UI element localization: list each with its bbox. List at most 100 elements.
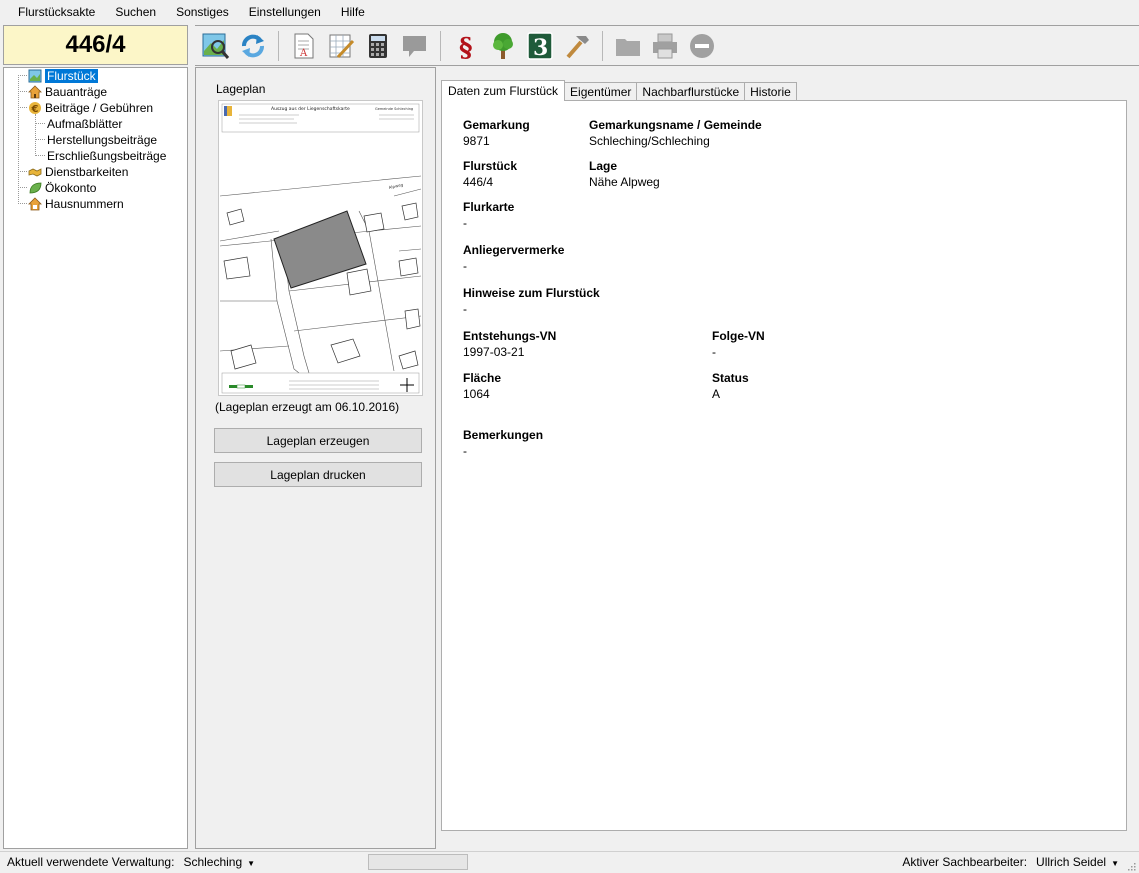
tab-page-daten: Gemarkung 9871 Gemarkungsname / Gemeinde… — [441, 100, 1127, 831]
flaeche-label: Fläche — [463, 371, 502, 385]
tree-connector — [18, 107, 27, 108]
tree-item-label: Beiträge / Gebühren — [45, 101, 154, 115]
tree-connector — [18, 171, 27, 172]
menu-sonstiges[interactable]: Sonstiges — [166, 0, 239, 24]
comment-icon[interactable] — [398, 29, 432, 63]
tree-item-aufmassblaetter[interactable]: Aufmaßblätter — [47, 116, 122, 132]
lageplan-group-label: Lageplan — [216, 82, 266, 96]
tab-bar: Daten zum Flurstück Eigentümer Nachbarfl… — [441, 80, 797, 101]
status-label: Status — [712, 371, 749, 385]
tab-nachbarflurstuecke[interactable]: Nachbarflurstücke — [636, 82, 746, 101]
folge-vn-label: Folge-VN — [712, 329, 765, 343]
gemarkungsname-label: Gemarkungsname / Gemeinde — [589, 118, 762, 132]
tab-historie[interactable]: Historie — [744, 82, 797, 101]
entstehungs-vn-value: 1997-03-21 — [463, 345, 525, 359]
tree-connector — [35, 155, 45, 156]
verwaltung-dropdown[interactable]: Schleching ▼ — [183, 855, 255, 869]
verwaltung-label: Aktuell verwendete Verwaltung: — [7, 855, 175, 869]
parcel-icon — [27, 68, 43, 84]
calculator-icon[interactable] — [361, 29, 395, 63]
verwaltung-value: Schleching — [183, 855, 243, 869]
verwaltung-status: Aktuell verwendete Verwaltung: Schlechin… — [7, 855, 255, 869]
resize-grip-icon[interactable] — [1126, 861, 1136, 871]
house-icon — [27, 84, 43, 100]
tab-daten-zum-flurstueck[interactable]: Daten zum Flurstück — [441, 80, 566, 101]
leaf-icon — [27, 180, 43, 196]
hammer-icon[interactable] — [560, 29, 594, 63]
tree-connector — [18, 187, 27, 188]
svg-text:A: A — [299, 48, 308, 59]
euro-icon: € — [27, 100, 43, 116]
gemarkung-label: Gemarkung — [463, 118, 530, 132]
tree-connector — [35, 139, 45, 140]
sachbearbeiter-label: Aktiver Sachbearbeiter: — [902, 855, 1028, 869]
number-3-icon[interactable]: 3 — [523, 29, 557, 63]
tree-item-flurstueck[interactable]: Flurstück — [27, 68, 98, 84]
tree-item-bauantraege[interactable]: Bauanträge — [27, 84, 107, 100]
tree-item-dienstbarkeiten[interactable]: Dienstbarkeiten — [27, 164, 128, 180]
map-search-icon[interactable] — [199, 29, 233, 63]
sachbearbeiter-status: Aktiver Sachbearbeiter: Ullrich Seidel ▼ — [902, 855, 1119, 869]
lageplan-erzeugen-button[interactable]: Lageplan erzeugen — [214, 428, 422, 453]
flurkarte-value: - — [463, 216, 467, 230]
menu-suchen[interactable]: Suchen — [105, 0, 166, 24]
printer-icon[interactable] — [648, 29, 682, 63]
map-org: Gemeinde Schleching — [375, 107, 413, 111]
gemarkungsname-value: Schleching/Schleching — [589, 134, 710, 148]
menu-flurstuecksakte[interactable]: Flurstücksakte — [8, 0, 105, 24]
folder-icon[interactable] — [611, 29, 645, 63]
menu-hilfe[interactable]: Hilfe — [331, 0, 375, 24]
status-value: A — [712, 387, 721, 401]
tree-connector — [18, 75, 19, 204]
stop-icon[interactable] — [685, 29, 719, 63]
menu-einstellungen[interactable]: Einstellungen — [239, 0, 331, 24]
tree-item-label: Aufmaßblätter — [47, 117, 123, 131]
tree-connector — [18, 91, 27, 92]
anliegervermerke-label: Anliegervermerke — [463, 243, 565, 257]
tree-item-erschliessungsbeitraege[interactable]: Erschließungsbeiträge — [47, 148, 166, 164]
tab-eigentuemer[interactable]: Eigentümer — [564, 82, 638, 101]
sachbearbeiter-dropdown[interactable]: Ullrich Seidel ▼ — [1036, 855, 1119, 869]
lageplan-drucken-button[interactable]: Lageplan drucken — [214, 462, 422, 487]
tree-item-oekokonto[interactable]: Ökokonto — [27, 180, 96, 196]
bemerkungen-value: - — [463, 444, 467, 458]
tree-item-label: Dienstbarkeiten — [45, 165, 129, 179]
lage-value: Nähe Alpweg — [589, 175, 660, 189]
handshake-icon — [27, 164, 43, 180]
tree-item-label: Ökokonto — [45, 181, 97, 195]
tree-item-label: Flurstück — [45, 69, 98, 83]
edit-sheet-icon[interactable] — [324, 29, 358, 63]
tree-connector — [18, 203, 27, 204]
tree-connector — [35, 114, 36, 156]
tree-item-label: Erschließungsbeiträge — [47, 149, 167, 163]
navigation-tree: Flurstück Bauanträge € Beiträge / Gebühr… — [3, 67, 188, 849]
tree-item-hausnummern[interactable]: Hausnummern — [27, 196, 124, 212]
tree-item-label: Herstellungsbeiträge — [47, 133, 158, 147]
document-icon[interactable]: A — [287, 29, 321, 63]
toolbar-separator — [602, 30, 603, 61]
hinweise-label: Hinweise zum Flurstück — [463, 286, 600, 300]
tree-icon[interactable] — [486, 29, 520, 63]
paragraph-icon[interactable]: § — [449, 29, 483, 63]
folge-vn-value: - — [712, 345, 716, 359]
house-number-icon — [27, 196, 43, 212]
map-title: Auszug aus der Liegenschaftskarte — [271, 106, 350, 112]
parcel-number-header: 446/4 — [3, 25, 188, 65]
svg-text:3: 3 — [533, 35, 548, 61]
svg-text:§: § — [459, 33, 473, 61]
menu-bar: Flurstücksakte Suchen Sonstiges Einstell… — [0, 0, 1139, 24]
anliegervermerke-value: - — [463, 259, 467, 273]
parcel-number: 446/4 — [65, 31, 126, 58]
chevron-down-icon: ▼ — [247, 859, 256, 868]
lage-label: Lage — [589, 159, 618, 173]
svg-text:€: € — [31, 104, 39, 115]
toolbar-separator — [440, 30, 441, 61]
refresh-icon[interactable] — [236, 29, 270, 63]
tree-item-beitraege[interactable]: € Beiträge / Gebühren — [27, 100, 153, 116]
tree-item-herstellungsbeitraege[interactable]: Herstellungsbeiträge — [47, 132, 157, 148]
progress-bar — [368, 854, 468, 870]
lageplan-caption: (Lageplan erzeugt am 06.10.2016) — [215, 400, 400, 414]
hinweise-value: - — [463, 302, 467, 316]
chevron-down-icon: ▼ — [1111, 859, 1119, 868]
tree-item-label: Hausnummern — [45, 197, 124, 211]
